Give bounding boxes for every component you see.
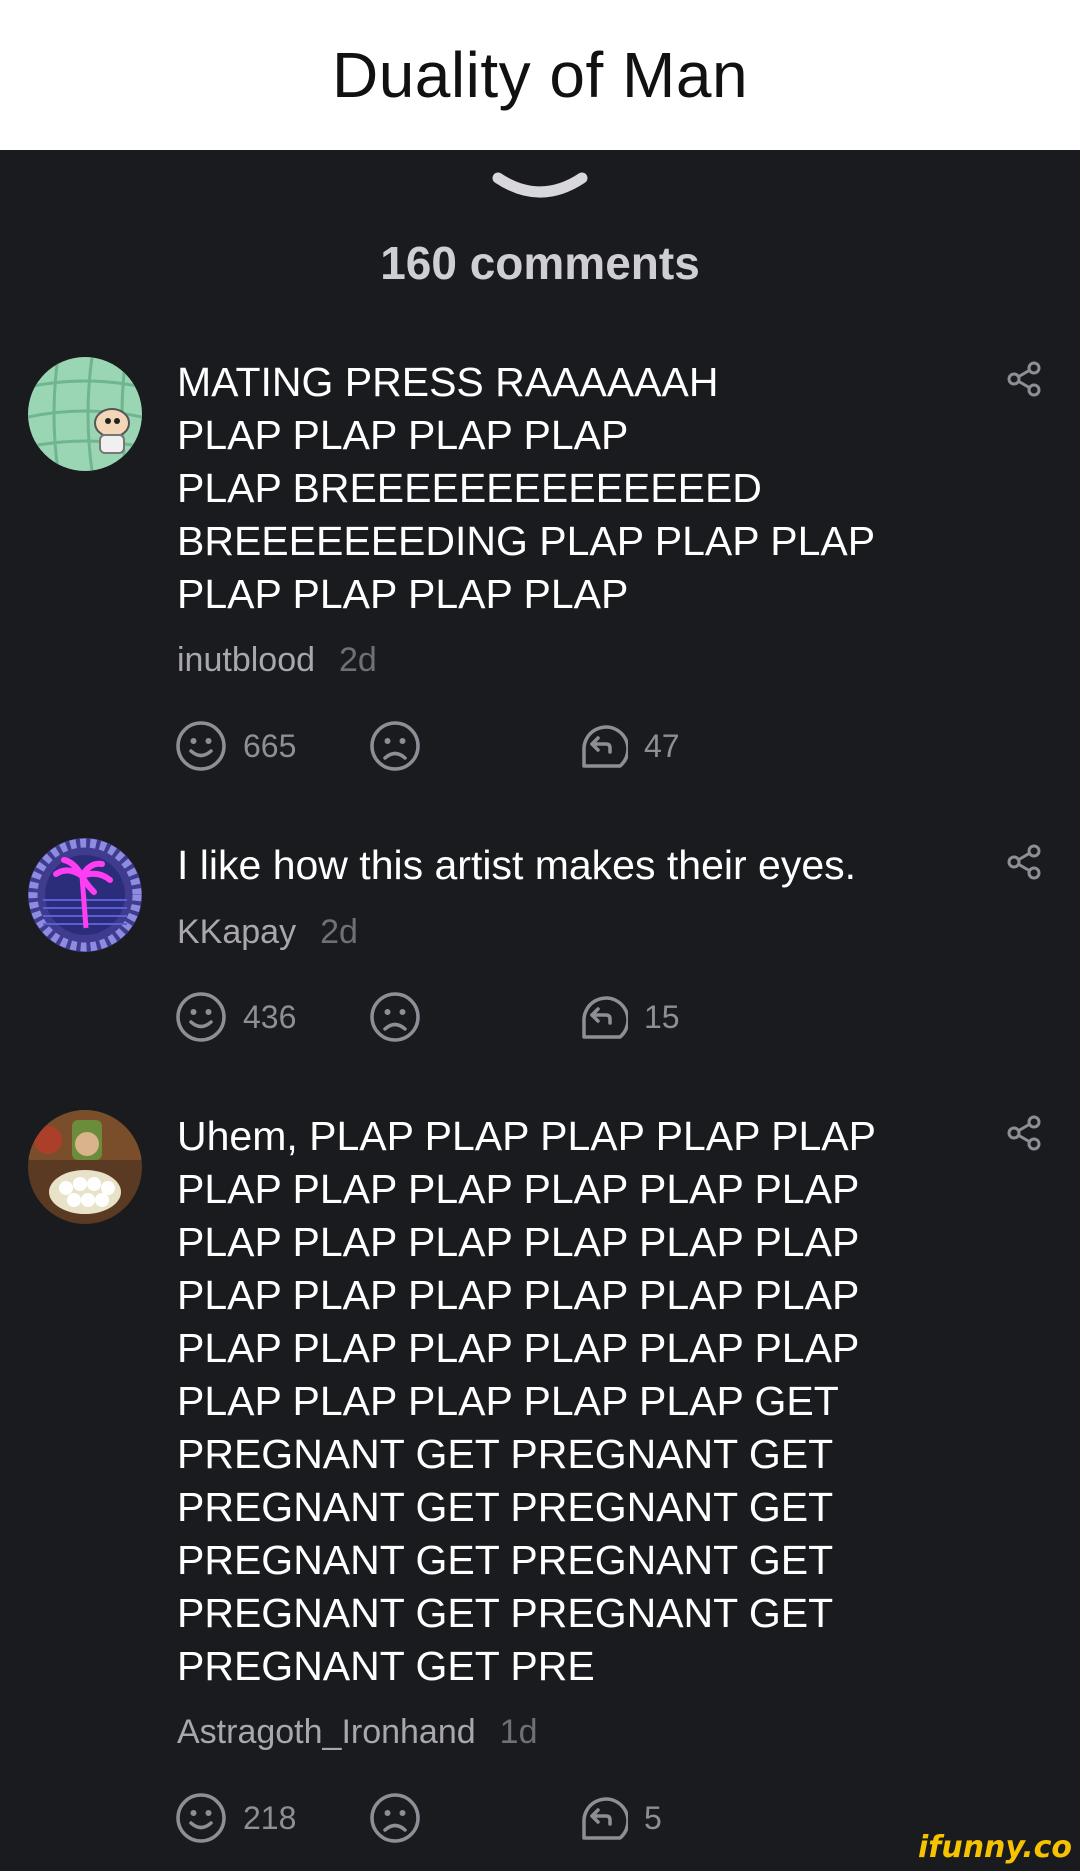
share-icon[interactable]: [1006, 1114, 1044, 1152]
comments-count: 160 comments: [380, 237, 700, 289]
like-button[interactable]: 436: [175, 991, 296, 1043]
dislike-button[interactable]: [369, 720, 421, 772]
reply-icon: [582, 725, 628, 768]
comment-time: 2d: [339, 641, 377, 679]
reply-button[interactable]: 15: [576, 991, 680, 1043]
dislike-button[interactable]: [369, 991, 421, 1043]
smile-icon: [176, 721, 226, 771]
post-title: Duality of Man: [331, 39, 749, 111]
comment-meta: Astragoth_Ironhand 1d: [177, 1713, 538, 1752]
watermark-logo: ifunny.co: [918, 1830, 1072, 1865]
post-title-bar: Duality of Man: [0, 0, 1080, 150]
comment-text: I like how this artist makes their eyes.: [177, 842, 857, 888]
comment-actions: 665 47: [175, 720, 775, 772]
comment-author[interactable]: KKapay: [177, 913, 296, 952]
comment-meta: KKapay 2d: [177, 913, 358, 952]
comment-actions: 218 5: [175, 1792, 775, 1844]
comment-text: MATING PRESS RAAAAAAH PLAP PLAP PLAP PLA…: [177, 359, 876, 617]
avatar[interactable]: [28, 838, 142, 952]
smile-icon: [176, 992, 226, 1042]
reply-count: 15: [644, 998, 680, 1035]
share-icon[interactable]: [1006, 843, 1044, 881]
comment-author[interactable]: Astragoth_Ironhand: [177, 1713, 476, 1752]
like-button[interactable]: 665: [175, 720, 296, 772]
smile-icon: [176, 1793, 226, 1843]
dislike-button[interactable]: [369, 1792, 421, 1844]
like-button[interactable]: 218: [175, 1792, 296, 1844]
comment-text: Uhem, PLAP PLAP PLAP PLAP PLAP PLAP PLAP…: [177, 1113, 876, 1689]
like-count: 218: [243, 1799, 297, 1836]
frown-icon: [370, 721, 420, 771]
share-icon[interactable]: [1006, 360, 1044, 398]
reply-button[interactable]: 47: [576, 720, 680, 772]
frown-icon: [370, 1793, 420, 1843]
warrior-avatar-icon: [28, 1110, 142, 1224]
comment-time: 2d: [320, 913, 358, 951]
reply-icon: [582, 996, 628, 1039]
reply-count: 5: [644, 1799, 662, 1836]
collapse-chevron-icon[interactable]: [492, 172, 588, 206]
reply-button[interactable]: 5: [576, 1792, 662, 1844]
comment-time: 1d: [499, 1713, 538, 1751]
comment-actions: 436 15: [175, 991, 775, 1043]
like-count: 436: [243, 998, 297, 1035]
comment-author[interactable]: inutblood: [177, 641, 315, 680]
like-count: 665: [243, 727, 297, 764]
palm-tree-avatar-icon: [28, 838, 142, 952]
frown-icon: [370, 992, 420, 1042]
reply-icon: [582, 1797, 628, 1840]
reply-count: 47: [644, 727, 680, 764]
comment-meta: inutblood 2d: [177, 641, 377, 680]
cartoon-avatar-icon: [28, 357, 142, 471]
avatar[interactable]: [28, 1110, 142, 1224]
avatar[interactable]: [28, 357, 142, 471]
